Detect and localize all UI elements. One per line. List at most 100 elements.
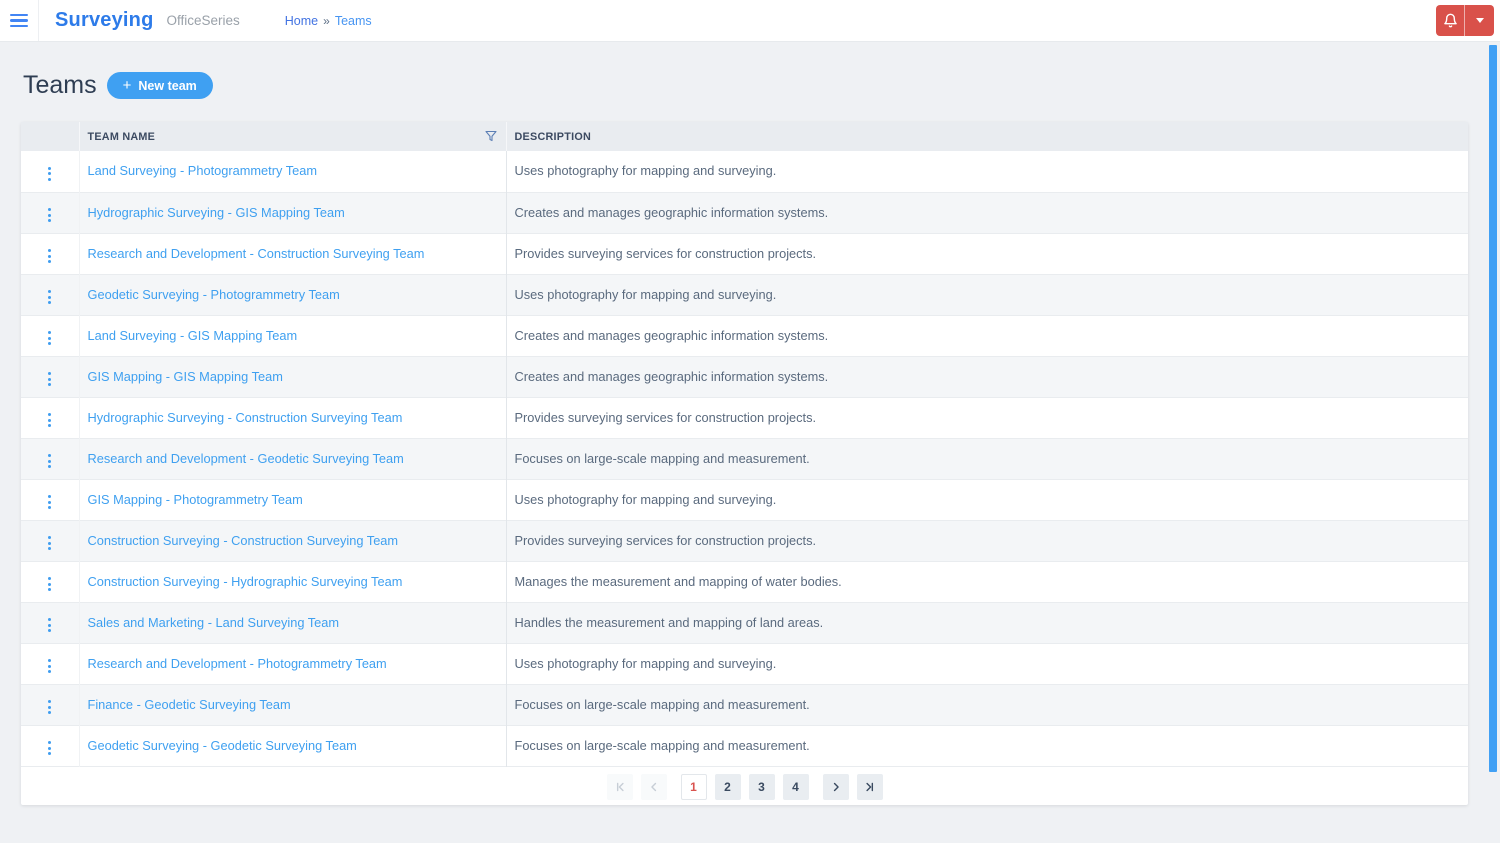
team-description: Provides surveying services for construc… bbox=[514, 409, 817, 425]
team-description: Uses photography for mapping and surveyi… bbox=[514, 286, 777, 302]
team-description: Handles the measurement and mapping of l… bbox=[514, 614, 824, 630]
kebab-icon bbox=[48, 577, 52, 580]
team-description: Manages the measurement and mapping of w… bbox=[514, 573, 842, 589]
kebab-icon bbox=[48, 331, 52, 334]
row-actions-button[interactable] bbox=[41, 572, 58, 596]
team-name-link[interactable]: GIS Mapping - Photogrammetry Team bbox=[88, 492, 303, 507]
first-page-button[interactable] bbox=[606, 773, 633, 800]
kebab-icon bbox=[48, 249, 52, 252]
team-description: Focuses on large-scale mapping and measu… bbox=[514, 450, 810, 466]
row-actions-button[interactable] bbox=[41, 654, 58, 678]
team-name-link[interactable]: Research and Development - Geodetic Surv… bbox=[88, 451, 404, 466]
table-header-row: TEAM NAME DESCRIPTION bbox=[21, 122, 1468, 151]
row-actions-button[interactable] bbox=[41, 408, 58, 432]
table-row: GIS Mapping - GIS Mapping Team Creates a… bbox=[21, 356, 1468, 397]
row-actions-button[interactable] bbox=[41, 285, 58, 309]
page-number-button[interactable]: 1 bbox=[680, 773, 707, 800]
description-column-header: DESCRIPTION bbox=[506, 122, 1468, 151]
app-subtitle: OfficeSeries bbox=[166, 13, 240, 28]
team-name-link[interactable]: Hydrographic Surveying - Construction Su… bbox=[88, 410, 403, 425]
team-name-header-label: TEAM NAME bbox=[87, 130, 156, 143]
row-actions-button[interactable] bbox=[41, 736, 58, 760]
team-description: Provides surveying services for construc… bbox=[514, 245, 817, 261]
page-number-group: 1234 bbox=[680, 773, 809, 800]
menu-button[interactable] bbox=[0, 0, 39, 41]
team-description: Creates and manages geographic informati… bbox=[514, 327, 829, 343]
page-number-button[interactable]: 2 bbox=[714, 773, 741, 800]
team-description: Focuses on large-scale mapping and measu… bbox=[514, 696, 810, 712]
table-row: Finance - Geodetic Surveying Team Focuse… bbox=[21, 684, 1468, 725]
team-description: Provides surveying services for construc… bbox=[514, 532, 817, 548]
team-name-link[interactable]: Hydrographic Surveying - GIS Mapping Tea… bbox=[88, 205, 345, 220]
topbar-actions bbox=[1436, 5, 1494, 36]
team-name-link[interactable]: Geodetic Surveying - Photogrammetry Team bbox=[88, 287, 340, 302]
row-actions-button[interactable] bbox=[41, 449, 58, 473]
row-actions-button[interactable] bbox=[41, 367, 58, 391]
kebab-icon bbox=[48, 372, 52, 375]
table-row: Land Surveying - Photogrammetry Team Use… bbox=[21, 151, 1468, 192]
chevron-right-icon bbox=[833, 782, 839, 791]
team-name-link[interactable]: Land Surveying - GIS Mapping Team bbox=[88, 328, 298, 343]
table-row: Hydrographic Surveying - GIS Mapping Tea… bbox=[21, 192, 1468, 233]
team-description: Creates and manages geographic informati… bbox=[514, 368, 829, 384]
table-row: Hydrographic Surveying - Construction Su… bbox=[21, 397, 1468, 438]
team-description: Uses photography for mapping and surveyi… bbox=[514, 655, 777, 671]
filter-icon[interactable] bbox=[484, 130, 497, 142]
row-actions-button[interactable] bbox=[41, 695, 58, 719]
kebab-icon bbox=[48, 454, 52, 457]
team-name-link[interactable]: Sales and Marketing - Land Surveying Tea… bbox=[88, 615, 340, 630]
team-description: Creates and manages geographic informati… bbox=[514, 204, 829, 220]
page-content: Teams + New team TEAM NAME DESCRIPTION L… bbox=[0, 71, 1500, 805]
team-name-link[interactable]: Land Surveying - Photogrammetry Team bbox=[88, 163, 318, 178]
table-row: Land Surveying - GIS Mapping Team Create… bbox=[21, 315, 1468, 356]
teams-table: TEAM NAME DESCRIPTION Land Surveying - P… bbox=[21, 122, 1468, 767]
team-name-link[interactable]: Research and Development - Construction … bbox=[88, 246, 425, 261]
team-name-link[interactable]: Research and Development - Photogrammetr… bbox=[88, 656, 387, 671]
kebab-icon bbox=[48, 208, 52, 211]
hamburger-icon bbox=[10, 14, 28, 27]
table-row: Construction Surveying - Hydrographic Su… bbox=[21, 561, 1468, 602]
table-row: Research and Development - Construction … bbox=[21, 233, 1468, 274]
row-actions-button[interactable] bbox=[41, 613, 58, 637]
kebab-icon bbox=[48, 413, 52, 416]
team-description: Uses photography for mapping and surveyi… bbox=[514, 491, 777, 507]
team-name-link[interactable]: Construction Surveying - Construction Su… bbox=[88, 533, 399, 548]
page-number-button[interactable]: 4 bbox=[782, 773, 809, 800]
table-row: Research and Development - Geodetic Surv… bbox=[21, 438, 1468, 479]
last-page-icon bbox=[865, 782, 873, 791]
last-page-button[interactable] bbox=[856, 773, 883, 800]
team-name-link[interactable]: Construction Surveying - Hydrographic Su… bbox=[88, 574, 403, 589]
teams-table-card: TEAM NAME DESCRIPTION Land Surveying - P… bbox=[21, 122, 1468, 805]
vertical-scrollbar[interactable] bbox=[1489, 45, 1497, 772]
notifications-button[interactable] bbox=[1436, 5, 1465, 36]
top-bar: Surveying OfficeSeries Home » Teams bbox=[0, 0, 1500, 42]
team-name-link[interactable]: Geodetic Surveying - Geodetic Surveying … bbox=[88, 738, 357, 753]
new-team-button[interactable]: + New team bbox=[106, 72, 213, 99]
plus-icon: + bbox=[122, 77, 132, 94]
team-description: Focuses on large-scale mapping and measu… bbox=[514, 737, 810, 753]
page-header: Teams + New team bbox=[23, 71, 1468, 100]
page-number-button[interactable]: 3 bbox=[748, 773, 775, 800]
table-row: Sales and Marketing - Land Surveying Tea… bbox=[21, 602, 1468, 643]
pagination: 1234 bbox=[21, 773, 1468, 800]
row-actions-button[interactable] bbox=[41, 326, 58, 350]
row-actions-button[interactable] bbox=[41, 162, 58, 186]
actions-column-header bbox=[21, 122, 80, 151]
kebab-icon bbox=[48, 536, 52, 539]
previous-page-button[interactable] bbox=[640, 773, 667, 800]
breadcrumb-current-link[interactable]: Teams bbox=[335, 14, 372, 28]
team-name-column-header: TEAM NAME bbox=[79, 122, 507, 151]
table-row: Research and Development - Photogrammetr… bbox=[21, 643, 1468, 684]
breadcrumb-home-link[interactable]: Home bbox=[285, 14, 318, 28]
account-dropdown-button[interactable] bbox=[1465, 5, 1494, 36]
row-actions-button[interactable] bbox=[41, 203, 58, 227]
row-actions-button[interactable] bbox=[41, 244, 58, 268]
first-page-icon bbox=[616, 782, 624, 791]
description-header-label: DESCRIPTION bbox=[514, 130, 592, 143]
next-page-button[interactable] bbox=[822, 773, 849, 800]
team-name-link[interactable]: GIS Mapping - GIS Mapping Team bbox=[88, 369, 283, 384]
team-name-link[interactable]: Finance - Geodetic Surveying Team bbox=[88, 697, 291, 712]
table-row: Geodetic Surveying - Geodetic Surveying … bbox=[21, 725, 1468, 766]
row-actions-button[interactable] bbox=[41, 531, 58, 555]
row-actions-button[interactable] bbox=[41, 490, 58, 514]
